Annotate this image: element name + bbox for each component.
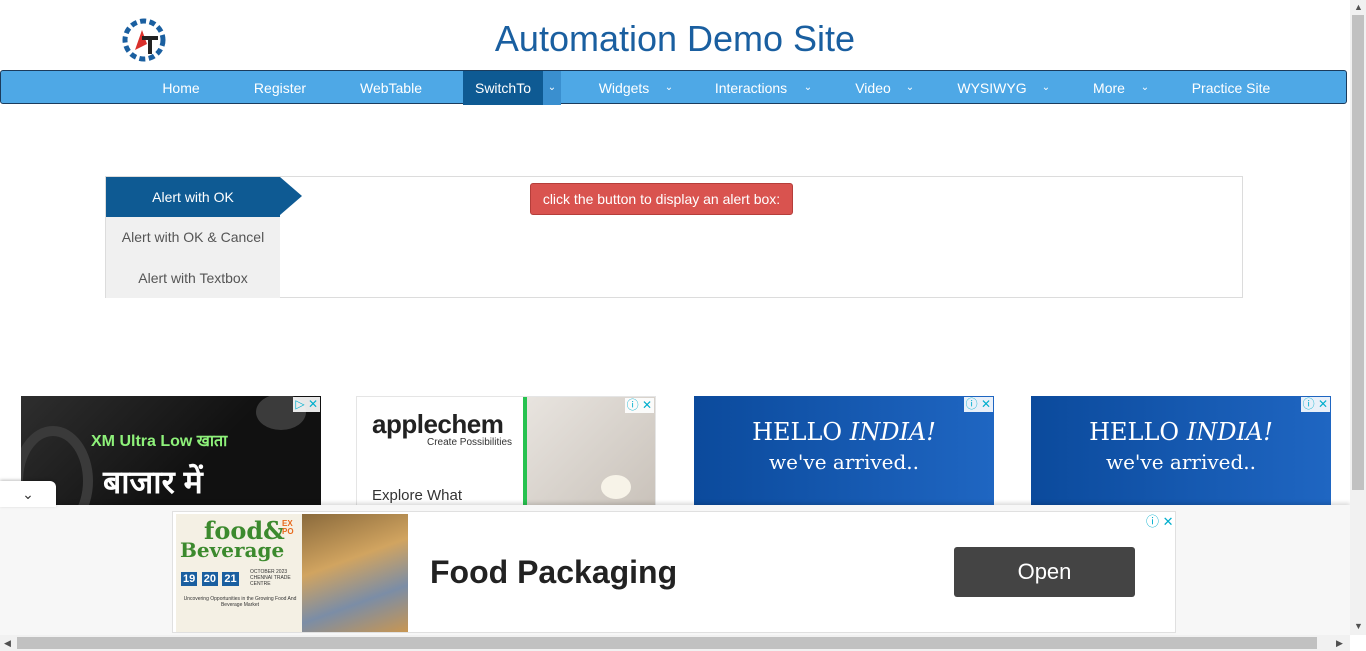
nav-register[interactable]: Register — [241, 71, 319, 105]
chevron-down-icon[interactable]: ⌄ — [1137, 71, 1153, 105]
ad-banner-xm[interactable]: XM Ultra Low खाता बाजार में ▷ ✕ — [21, 396, 321, 506]
food-photo — [302, 514, 408, 632]
nav-webtable[interactable]: WebTable — [346, 71, 436, 105]
ad-subline: we've arrived.. — [1105, 450, 1257, 474]
nav-wysiwyg[interactable]: WYSIWYG — [945, 71, 1039, 105]
chevron-down-icon[interactable]: ⌄ — [902, 71, 918, 105]
ad-close-icon[interactable]: ▷ ✕ — [293, 397, 320, 412]
ad-subline: we've arrived.. — [768, 450, 920, 474]
hands-image — [527, 397, 655, 505]
chevron-down-icon[interactable]: ⌄ — [0, 481, 56, 507]
chevron-down-icon[interactable]: ⌄ — [543, 71, 561, 105]
scroll-right-icon[interactable]: ▶ — [1336, 638, 1343, 649]
chevron-down-icon[interactable]: ⌄ — [800, 71, 816, 105]
nav-widgets[interactable]: Widgets — [586, 71, 662, 105]
ad-banner-hello-india[interactable]: HELLO INDIA! we've arrived.. ⓘ ✕ — [1031, 396, 1331, 506]
nav-video[interactable]: Video — [843, 71, 903, 105]
scroll-up-icon[interactable]: ▲ — [1354, 2, 1363, 12]
site-title: Automation Demo Site — [494, 18, 856, 59]
ad-tagline: Create Possibilities — [427, 437, 513, 448]
ad-headline: HELLO INDIA! — [752, 418, 936, 446]
scroll-down-icon[interactable]: ▼ — [1354, 621, 1363, 631]
ad-close-icon[interactable]: ⓘ ✕ — [1300, 397, 1330, 412]
tab-alert-with-ok[interactable]: Alert with OK — [106, 177, 280, 217]
anchor-ad-open-button[interactable]: Open — [954, 547, 1135, 597]
vertical-scrollbar-thumb[interactable] — [1352, 15, 1364, 490]
ad-close-icon[interactable]: ⓘ ✕ — [963, 397, 993, 412]
horizontal-scrollbar-thumb[interactable] — [17, 637, 1317, 649]
expo-logo-text: Beverage — [180, 538, 285, 562]
nav-more[interactable]: More — [1081, 71, 1137, 105]
ad-text: XM Ultra Low खाता — [91, 433, 228, 450]
nav-switchto[interactable]: SwitchTo — [463, 71, 543, 105]
nav-home[interactable]: Home — [148, 71, 214, 105]
chevron-down-icon[interactable]: ⌄ — [1038, 71, 1054, 105]
cream-jar-image — [601, 475, 631, 499]
main-navbar: Home Register WebTable SwitchTo ⌄ Widget… — [0, 70, 1347, 105]
expo-date-caption: OCTOBER 2023 CHENNAI TRADE CENTRE — [250, 569, 291, 587]
food-beverage-expo-image: food& Beverage EXPO 19 20 21 OCTOBER 202… — [176, 514, 408, 632]
ad-brand: applechem — [372, 409, 504, 439]
chevron-down-icon[interactable]: ⌄ — [661, 71, 677, 105]
ad-text: बाजार में — [103, 464, 203, 500]
nav-interactions[interactable]: Interactions — [701, 71, 801, 105]
nav-practice-site[interactable]: Practice Site — [1179, 71, 1283, 105]
expo-logo-text: EXPO — [282, 519, 294, 536]
active-tab-arrow — [280, 177, 302, 215]
tab-alert-with-textbox[interactable]: Alert with Textbox — [106, 258, 280, 298]
anchor-ad-headline: Food Packaging — [430, 554, 678, 590]
ad-headline: HELLO INDIA! — [1089, 418, 1273, 446]
alerts-tab-list: Alert with OK Alert with OK & Cancel Ale… — [106, 177, 280, 298]
ad-close-icon[interactable]: ⓘ ✕ — [1146, 511, 1174, 530]
scroll-left-icon[interactable]: ◀ — [4, 638, 11, 649]
tab-alert-with-ok-cancel[interactable]: Alert with OK & Cancel — [106, 217, 280, 257]
ad-close-icon[interactable]: ⓘ ✕ — [624, 398, 654, 413]
ad-banner-applechem[interactable]: applechem Create Possibilities Explore W… — [356, 396, 656, 506]
expo-caption: Uncovering Opportunities in the Growing … — [183, 596, 297, 608]
ad-banner-hello-india[interactable]: HELLO INDIA! we've arrived.. ⓘ ✕ — [694, 396, 994, 506]
expo-dates: 19 20 21 — [181, 572, 239, 586]
display-alert-button[interactable]: click the button to display an alert box… — [530, 183, 793, 215]
ad-cta: Explore What — [372, 487, 463, 504]
